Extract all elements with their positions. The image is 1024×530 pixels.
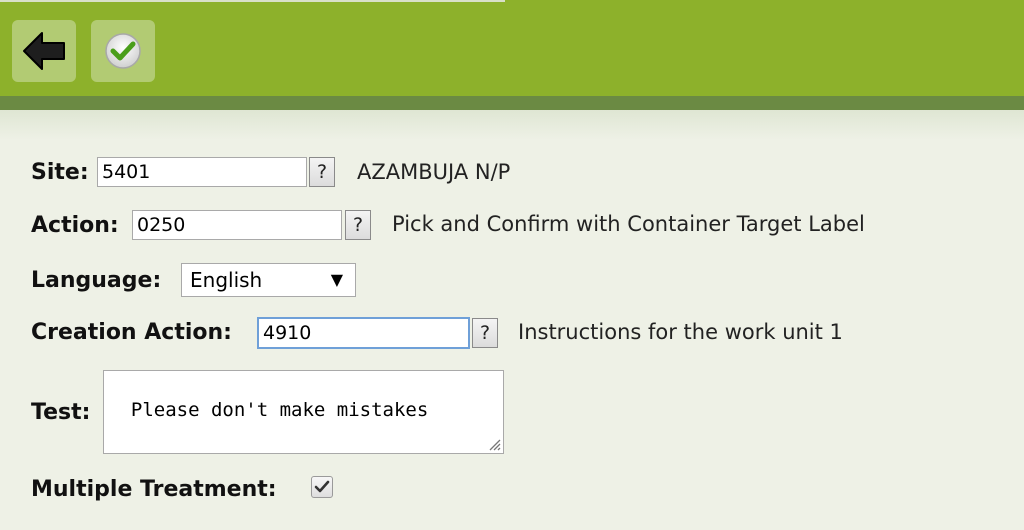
toolbar-shadow	[0, 96, 1024, 110]
action-help-button[interactable]: ?	[345, 210, 371, 240]
creation-action-label: Creation Action:	[31, 320, 232, 345]
header-fade	[0, 110, 1024, 140]
site-description: AZAMBUJA N/P	[357, 160, 511, 184]
language-select[interactable]: English ▼	[181, 263, 356, 297]
creation-action-input[interactable]	[257, 317, 470, 349]
multiple-treatment-label: Multiple Treatment:	[31, 477, 277, 502]
confirm-button[interactable]	[91, 20, 155, 82]
action-input[interactable]	[132, 210, 342, 240]
test-text: Please don't make mistakes	[130, 399, 429, 421]
creation-action-description: Instructions for the work unit 1	[518, 320, 843, 344]
site-label: Site:	[31, 160, 89, 185]
checkmark-icon	[314, 480, 330, 493]
arrow-left-icon	[23, 32, 65, 70]
multiple-treatment-checkbox[interactable]	[311, 476, 333, 498]
site-input[interactable]	[97, 157, 307, 187]
back-button[interactable]	[12, 20, 76, 82]
site-help-button[interactable]: ?	[309, 157, 335, 187]
toolbar	[0, 0, 1024, 96]
action-description: Pick and Confirm with Container Target L…	[392, 212, 865, 236]
dropdown-arrow-icon: ▼	[330, 270, 343, 289]
checkmark-icon	[105, 33, 141, 69]
test-label: Test:	[31, 400, 91, 425]
test-textarea[interactable]: Please don't make mistakes	[103, 370, 504, 454]
language-label: Language:	[31, 268, 162, 293]
creation-action-help-button[interactable]: ?	[472, 318, 498, 348]
language-selected-value: English	[190, 268, 263, 292]
resize-grip-icon[interactable]	[487, 437, 501, 451]
toolbar-top-line	[0, 0, 505, 2]
action-label: Action:	[31, 213, 119, 238]
